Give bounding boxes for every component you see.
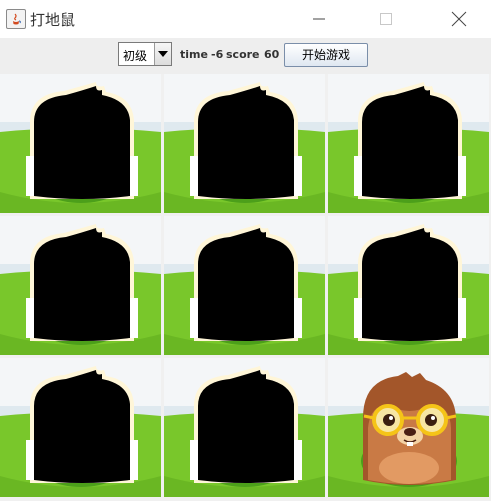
chevron-down-icon xyxy=(158,51,168,57)
minimize-button[interactable] xyxy=(296,0,341,38)
hidden-mole-silhouette xyxy=(34,86,130,199)
hidden-mole-silhouette xyxy=(198,228,294,341)
close-icon xyxy=(451,11,467,27)
mole-hole-button[interactable] xyxy=(0,216,161,355)
close-button[interactable] xyxy=(436,0,481,38)
time-value: -6 xyxy=(211,48,224,61)
java-app-icon xyxy=(6,9,26,29)
mole-hole-button-active[interactable] xyxy=(328,358,489,497)
mole-hole-button[interactable] xyxy=(164,74,325,213)
mole-hole-button[interactable] xyxy=(0,358,161,497)
hidden-mole-silhouette xyxy=(34,370,130,483)
title-bar: 打地鼠 xyxy=(0,0,491,39)
toolbar: 初级 time -6 score 60 开始游戏 xyxy=(0,38,491,74)
mole-hole-button[interactable] xyxy=(328,74,489,213)
window-title: 打地鼠 xyxy=(30,11,76,29)
hidden-mole-silhouette xyxy=(362,228,458,341)
mole-hole-button[interactable] xyxy=(328,216,489,355)
mole-hole-button[interactable] xyxy=(164,358,325,497)
level-dropdown[interactable]: 初级 xyxy=(118,42,172,66)
time-label: time xyxy=(180,48,208,61)
dropdown-arrow-button[interactable] xyxy=(154,43,171,65)
hidden-mole-silhouette xyxy=(34,228,130,341)
mole-hole-button[interactable] xyxy=(164,216,325,355)
maximize-icon xyxy=(380,13,392,25)
hidden-mole-silhouette xyxy=(198,86,294,199)
level-dropdown-value: 初级 xyxy=(123,49,148,63)
score-value: 60 xyxy=(264,48,280,61)
mole-hole-button[interactable] xyxy=(0,74,161,213)
hidden-mole-silhouette xyxy=(362,86,458,199)
score-label: score xyxy=(226,48,260,61)
maximize-button[interactable] xyxy=(363,0,408,38)
hidden-mole-silhouette xyxy=(198,370,294,483)
start-game-button[interactable]: 开始游戏 xyxy=(284,43,368,67)
game-board xyxy=(0,74,491,501)
minimize-icon xyxy=(313,18,325,20)
